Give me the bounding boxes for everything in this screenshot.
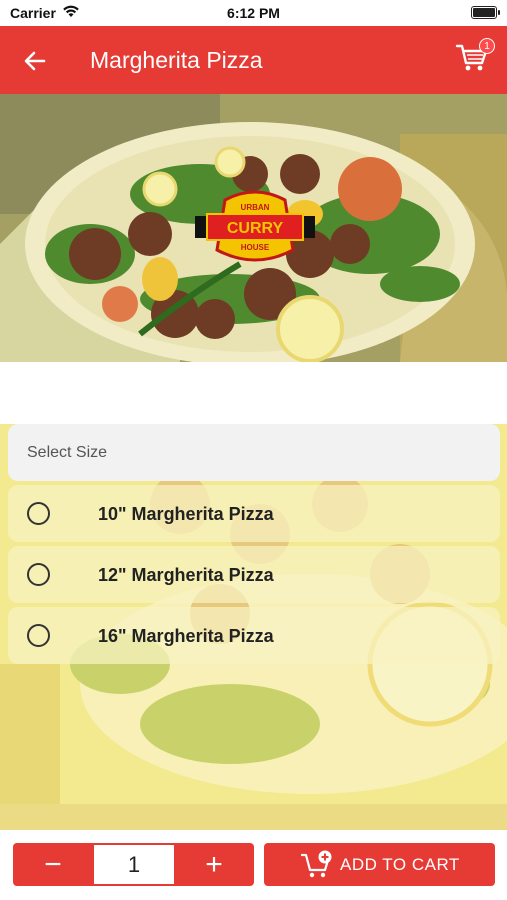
back-button[interactable] — [20, 46, 50, 76]
spacer — [0, 362, 507, 424]
size-option-label: 12" Margherita Pizza — [98, 565, 274, 585]
add-to-cart-button[interactable]: ADD TO CART — [264, 843, 495, 886]
decrease-quantity-button[interactable]: − — [13, 843, 93, 886]
size-option-12[interactable]: 12" Margherita Pizza — [8, 546, 500, 603]
cart-plus-icon — [301, 850, 332, 878]
radio-button[interactable] — [27, 502, 50, 525]
logo-text-main: CURRY — [227, 220, 284, 237]
size-option-10[interactable]: 10" Margherita Pizza — [8, 485, 500, 542]
dish-image: URBAN CURRY HOUSE — [0, 94, 507, 362]
battery-icon — [471, 6, 500, 19]
size-option-label: 10" Margherita Pizza — [98, 504, 274, 524]
bottom-action-bar: − + ADD TO CART — [0, 830, 507, 900]
arrow-left-icon — [24, 51, 46, 71]
page-title: Margherita Pizza — [90, 47, 263, 73]
quantity-input[interactable] — [94, 845, 174, 884]
app-header: Margherita Pizza 1 — [0, 26, 507, 94]
clock: 6:12 PM — [227, 5, 280, 21]
quantity-stepper: − + — [13, 843, 254, 886]
restaurant-logo: URBAN CURRY HOUSE — [195, 190, 315, 262]
cart-count-badge: 1 — [479, 38, 495, 54]
size-option-label: 16" Margherita Pizza — [98, 626, 274, 646]
select-size-header: Select Size — [8, 424, 500, 481]
increase-quantity-button[interactable]: + — [174, 843, 254, 886]
cart-button[interactable]: 1 — [455, 38, 495, 78]
status-bar: Carrier 6:12 PM — [0, 0, 507, 26]
size-option-16[interactable]: 16" Margherita Pizza — [8, 607, 500, 664]
logo-text-top: URBAN — [241, 203, 270, 212]
add-to-cart-label: ADD TO CART — [340, 855, 460, 874]
logo-text-bottom: HOUSE — [241, 243, 270, 252]
radio-button[interactable] — [27, 563, 50, 586]
radio-button[interactable] — [27, 624, 50, 647]
